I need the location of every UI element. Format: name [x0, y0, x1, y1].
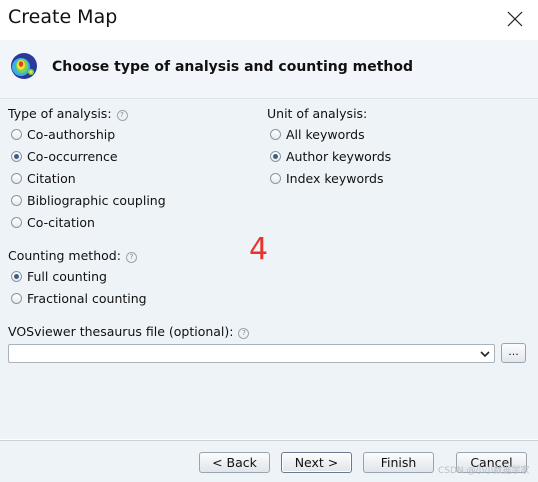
- annotation-mark: 4: [249, 232, 269, 267]
- radio-label: Co-citation: [27, 214, 95, 230]
- radio-button[interactable]: [270, 128, 281, 140]
- thesaurus-text: VOSviewer thesaurus file (optional):: [8, 324, 234, 339]
- unit-of-analysis-label: Unit of analysis:: [267, 106, 368, 121]
- header-title: Choose type of analysis and counting met…: [52, 59, 413, 75]
- counting-method-text: Counting method:: [8, 248, 121, 263]
- radio-full-counting[interactable]: Full counting: [11, 267, 107, 285]
- radio-button[interactable]: [11, 216, 22, 228]
- close-button[interactable]: [500, 4, 530, 34]
- radio-label: All keywords: [286, 126, 365, 142]
- radio-label: Bibliographic coupling: [27, 192, 166, 208]
- help-icon[interactable]: ?: [238, 328, 250, 339]
- radio-button[interactable]: [11, 128, 22, 140]
- radio-button-selected[interactable]: [11, 150, 22, 162]
- radio-author-keywords[interactable]: Author keywords: [270, 147, 391, 165]
- vosviewer-logo-icon: [11, 53, 37, 79]
- radio-label: Author keywords: [286, 148, 392, 164]
- help-icon[interactable]: ?: [116, 110, 128, 121]
- radio-bibliographic-coupling[interactable]: Bibliographic coupling: [11, 191, 166, 209]
- counting-method-label: Counting method:?: [8, 248, 137, 263]
- radio-button[interactable]: [11, 194, 22, 206]
- radio-co-occurrence[interactable]: Co-occurrence: [11, 147, 118, 165]
- radio-fractional-counting[interactable]: Fractional counting: [11, 289, 147, 307]
- radio-co-authorship[interactable]: Co-authorship: [11, 125, 115, 143]
- radio-label: Fractional counting: [27, 290, 147, 306]
- radio-co-citation[interactable]: Co-citation: [11, 213, 95, 231]
- window-title: Create Map: [8, 6, 118, 28]
- type-of-analysis-text: Type of analysis:: [8, 106, 112, 121]
- radio-button-selected[interactable]: [11, 270, 22, 282]
- close-icon: [507, 11, 523, 27]
- radio-index-keywords[interactable]: Index keywords: [270, 169, 384, 187]
- chevron-down-icon[interactable]: [478, 347, 492, 361]
- back-button[interactable]: < Back: [199, 452, 270, 473]
- wizard-header: Choose type of analysis and counting met…: [0, 40, 538, 99]
- radio-button-selected[interactable]: [270, 150, 281, 162]
- radio-button[interactable]: [270, 172, 281, 184]
- radio-label: Co-occurrence: [27, 148, 118, 164]
- radio-citation[interactable]: Citation: [11, 169, 76, 187]
- radio-label: Full counting: [27, 268, 107, 284]
- watermark-text: CSDN @小小数据学家: [438, 466, 530, 476]
- title-bar: Create Map: [0, 0, 538, 38]
- radio-button[interactable]: [11, 172, 22, 184]
- radio-label: Co-authorship: [27, 126, 116, 142]
- thesaurus-label: VOSviewer thesaurus file (optional):?: [8, 324, 250, 339]
- help-icon[interactable]: ?: [125, 252, 137, 263]
- next-button[interactable]: Next >: [281, 452, 352, 473]
- thesaurus-combobox[interactable]: [8, 344, 495, 363]
- radio-button[interactable]: [11, 292, 22, 304]
- browse-button[interactable]: ...: [501, 343, 526, 363]
- finish-button[interactable]: Finish: [363, 452, 434, 473]
- radio-label: Citation: [27, 170, 76, 186]
- radio-label: Index keywords: [286, 170, 384, 186]
- type-of-analysis-label: Type of analysis:?: [8, 106, 128, 121]
- radio-all-keywords[interactable]: All keywords: [270, 125, 365, 143]
